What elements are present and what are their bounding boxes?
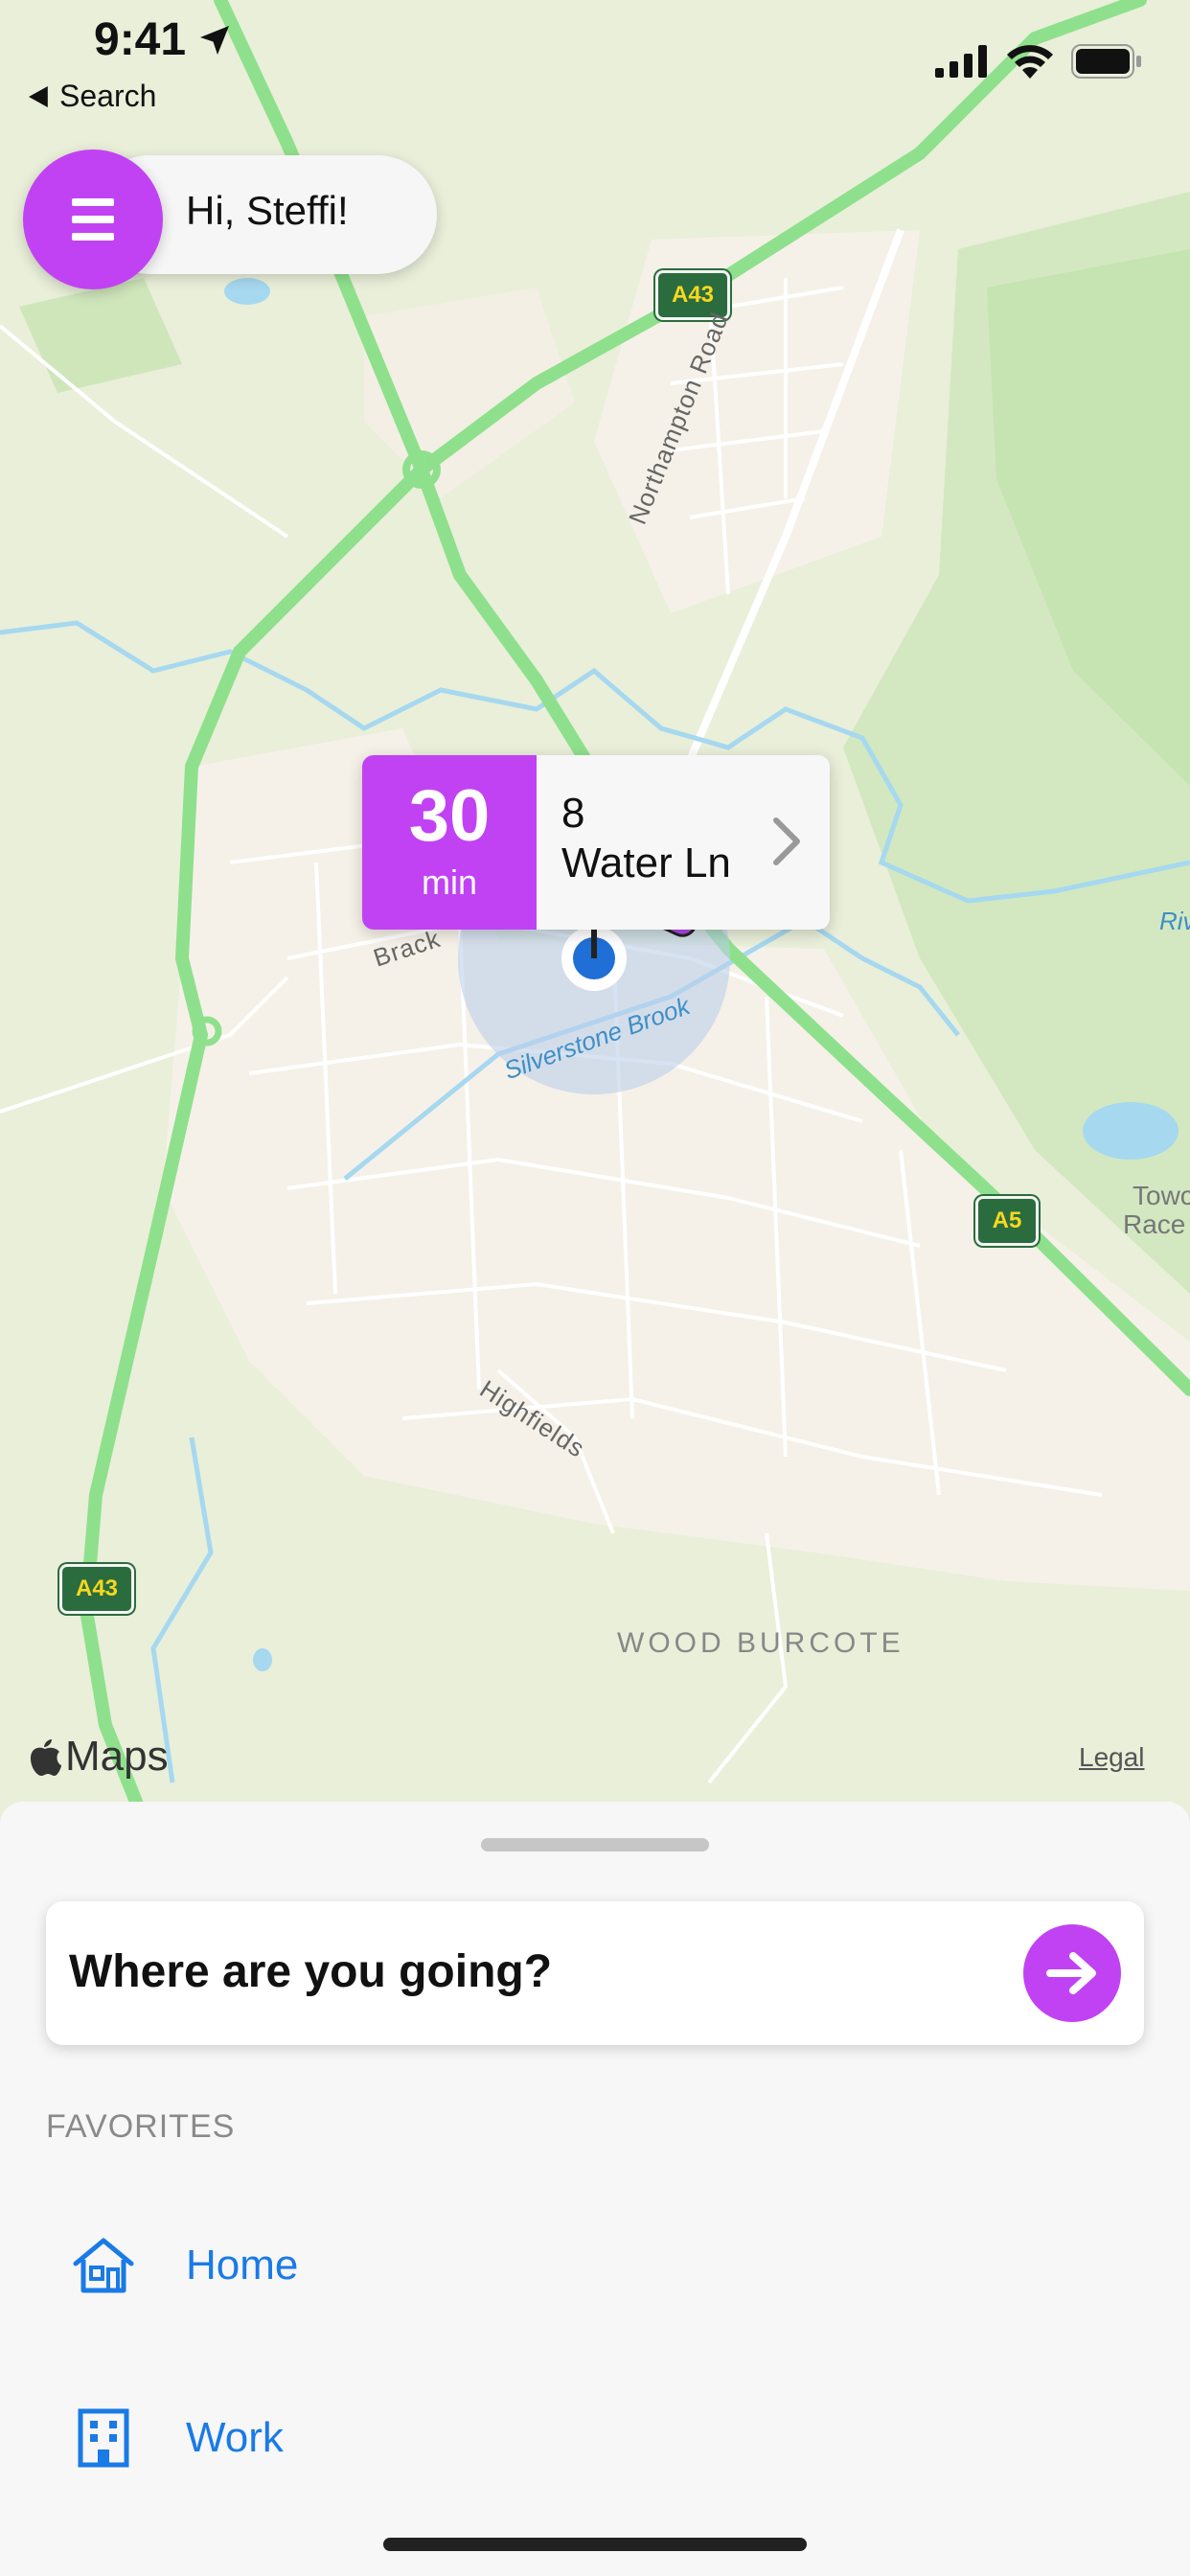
battery-icon bbox=[1071, 44, 1141, 79]
eta-box: 30 min bbox=[362, 755, 537, 930]
legal-link[interactable]: Legal bbox=[1079, 1742, 1145, 1773]
location-arrow-icon bbox=[200, 26, 229, 55]
menu-icon-bar-3 bbox=[72, 233, 114, 241]
eta-minutes: 30 bbox=[408, 775, 491, 857]
place-label-towcester-2: Race bbox=[1123, 1209, 1186, 1239]
back-to-search-button[interactable]: Search bbox=[29, 79, 156, 114]
arrow-right-icon bbox=[1046, 1952, 1096, 1994]
status-bar: 9:41 Search bbox=[0, 0, 1190, 125]
route-shield-a43-south: A43 bbox=[59, 1564, 134, 1614]
favorite-work[interactable]: Work bbox=[46, 2380, 1144, 2496]
bottom-sheet: Where are you going? FAVORITES Home Work bbox=[0, 1802, 1190, 2576]
search-prompt: Where are you going? bbox=[69, 1946, 553, 1997]
chevron-right-icon bbox=[773, 817, 800, 865]
go-button[interactable] bbox=[1023, 1924, 1121, 2022]
menu-icon-bar-2 bbox=[72, 216, 114, 223]
apple-logo-icon bbox=[31, 1739, 61, 1776]
apple-maps-attribution: Maps bbox=[29, 1733, 169, 1781]
destination-callout[interactable]: 30 min 8 Water Ln bbox=[362, 755, 830, 930]
status-indicators bbox=[935, 44, 1142, 79]
greeting-text: Hi, Steffi! bbox=[186, 188, 349, 233]
favorite-work-label: Work bbox=[186, 2414, 284, 2461]
menu-icon-bar-1 bbox=[72, 198, 114, 206]
wifi-icon bbox=[1007, 45, 1053, 79]
address-number: 8 bbox=[561, 790, 585, 837]
menu-button[interactable] bbox=[23, 150, 163, 289]
house-icon bbox=[46, 2237, 161, 2294]
route-shield-a5: A5 bbox=[975, 1196, 1039, 1246]
place-label-towcester-1: Towc bbox=[1133, 1181, 1190, 1210]
water-label-river: Riv bbox=[1159, 907, 1190, 935]
back-label: Search bbox=[59, 79, 157, 113]
back-triangle-icon bbox=[29, 85, 48, 107]
destination-search-field[interactable]: Where are you going? bbox=[46, 1901, 1144, 2045]
eta-unit: min bbox=[421, 862, 477, 902]
favorite-home[interactable]: Home bbox=[46, 2208, 1144, 2323]
address-street: Water Ln bbox=[561, 840, 731, 886]
signal-icon bbox=[935, 45, 987, 78]
home-indicator[interactable] bbox=[383, 2538, 807, 2551]
building-icon bbox=[46, 2407, 161, 2469]
place-label-wood-burcote: WOOD BURCOTE bbox=[617, 1627, 904, 1659]
maps-wordmark: Maps bbox=[65, 1733, 169, 1780]
sheet-grabber[interactable] bbox=[481, 1838, 709, 1852]
status-time: 9:41 bbox=[94, 14, 187, 65]
greeting-pill: Hi, Steffi! bbox=[23, 150, 437, 289]
favorite-home-label: Home bbox=[186, 2242, 299, 2288]
favorites-header: FAVORITES bbox=[46, 2108, 236, 2145]
